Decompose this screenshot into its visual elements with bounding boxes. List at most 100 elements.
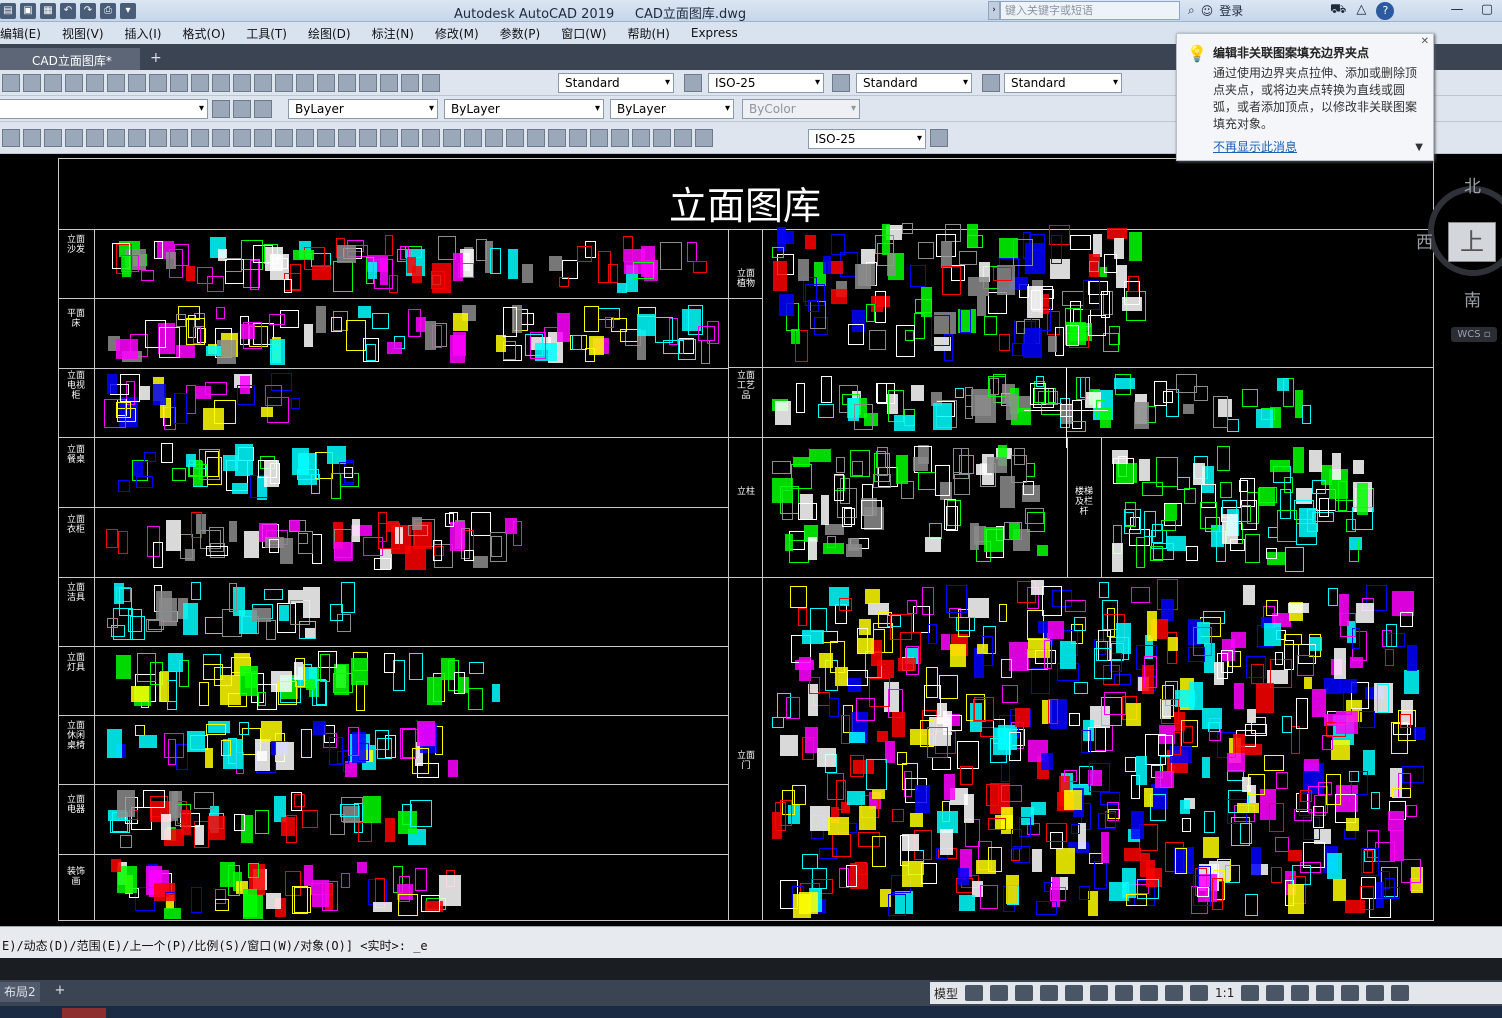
- zoom-realtime-icon[interactable]: [212, 74, 230, 92]
- login-link[interactable]: 登录: [1219, 2, 1243, 19]
- zoom-window-icon[interactable]: [233, 74, 251, 92]
- osnap-center-icon[interactable]: [86, 129, 104, 147]
- open-icon[interactable]: ▤: [0, 3, 16, 19]
- menu-parametric[interactable]: 参数(P): [500, 25, 541, 42]
- menu-help[interactable]: 帮助(H): [627, 25, 669, 42]
- binoculars-icon[interactable]: ⌕: [1188, 3, 1195, 18]
- osnap-midpoint-icon[interactable]: [44, 129, 62, 147]
- dim-baseline-icon[interactable]: [485, 129, 503, 147]
- zoom-previous-icon[interactable]: [254, 74, 272, 92]
- clean-screen-icon[interactable]: [1366, 985, 1385, 1001]
- restore-icon[interactable]: ▢: [1472, 0, 1502, 20]
- copy-icon[interactable]: [86, 74, 104, 92]
- customize-dropdown-icon[interactable]: ▾: [120, 3, 136, 19]
- text-style-select[interactable]: Standard: [558, 73, 674, 93]
- menu-window[interactable]: 窗口(W): [561, 25, 606, 42]
- open-file-icon[interactable]: [23, 74, 41, 92]
- undo-icon[interactable]: ↶: [60, 3, 76, 19]
- menu-dimension[interactable]: 标注(N): [372, 25, 414, 42]
- osnap-nearest-icon[interactable]: [233, 129, 251, 147]
- workspace-gear-icon[interactable]: [1241, 985, 1260, 1001]
- center-mark-icon[interactable]: [590, 129, 608, 147]
- dim-linear-icon[interactable]: [296, 129, 314, 147]
- units-icon[interactable]: [1291, 985, 1310, 1001]
- cut-icon[interactable]: [65, 74, 83, 92]
- save-file-icon[interactable]: [44, 74, 62, 92]
- dim-jogged-icon[interactable]: [401, 129, 419, 147]
- chevron-down-icon[interactable]: ▼: [1415, 142, 1423, 153]
- taskbar-app-icon[interactable]: [62, 1008, 106, 1018]
- wcs-menu[interactable]: WCS ▫: [1451, 327, 1497, 342]
- osnap-settings-icon[interactable]: [275, 129, 293, 147]
- new-icon[interactable]: [2, 74, 20, 92]
- menu-format[interactable]: 格式(O): [182, 25, 225, 42]
- properties-icon[interactable]: [275, 74, 293, 92]
- osnap-tangent-icon[interactable]: [128, 129, 146, 147]
- markup-icon[interactable]: [359, 74, 377, 92]
- calculator-icon[interactable]: [380, 74, 398, 92]
- undo-tool-icon[interactable]: [149, 74, 167, 92]
- plus-icon[interactable]: [1266, 985, 1285, 1001]
- dim-style-2-icon[interactable]: [930, 129, 948, 147]
- menu-edit[interactable]: 编辑(E): [0, 25, 41, 42]
- layout-tab[interactable]: 布局2: [0, 982, 40, 1002]
- lineweight-select[interactable]: ByLayer: [610, 99, 734, 119]
- menu-tools[interactable]: 工具(T): [246, 25, 287, 42]
- dim-style-select-2[interactable]: ISO-25: [808, 129, 926, 149]
- linetype-select[interactable]: ByLayer: [444, 99, 604, 119]
- polar-icon[interactable]: [1040, 985, 1059, 1001]
- quick-dim-icon[interactable]: [464, 129, 482, 147]
- zoom-extents-icon[interactable]: [2, 129, 20, 147]
- dim-space-icon[interactable]: [527, 129, 545, 147]
- osnap-icon[interactable]: [1115, 985, 1134, 1001]
- search-input[interactable]: 键入关键字或短语: [1000, 1, 1180, 20]
- osnap-insert-icon[interactable]: [191, 129, 209, 147]
- dim-style-icon[interactable]: [684, 74, 702, 92]
- tolerance-icon[interactable]: [569, 129, 587, 147]
- make-current-icon[interactable]: [254, 100, 272, 118]
- menu-insert[interactable]: 插入(I): [125, 25, 162, 42]
- model-space-button[interactable]: 模型: [934, 985, 958, 1002]
- mleader-style-select[interactable]: Standard: [1004, 73, 1122, 93]
- table-style-select[interactable]: Standard: [856, 73, 972, 93]
- osnap-quadrant-icon[interactable]: [107, 129, 125, 147]
- annotation-scale[interactable]: 1:1: [1215, 986, 1234, 1000]
- help-icon[interactable]: ?: [1376, 2, 1395, 20]
- command-line[interactable]: E)/动态(D)/范围(E)/上一个(P)/比例(S)/窗口(W)/对象(O)]…: [0, 926, 1502, 958]
- menu-view[interactable]: 视图(V): [62, 25, 104, 42]
- quick-properties-icon[interactable]: [1316, 985, 1335, 1001]
- ortho-icon[interactable]: [1015, 985, 1034, 1001]
- paste-icon[interactable]: [107, 74, 125, 92]
- help-tool-icon[interactable]: [401, 74, 419, 92]
- design-center-icon[interactable]: [296, 74, 314, 92]
- command-input[interactable]: [0, 958, 1502, 980]
- customization-icon[interactable]: [1391, 985, 1410, 1001]
- osnap-intersection-icon[interactable]: [65, 129, 83, 147]
- viewcube-north[interactable]: 北: [1464, 172, 1481, 197]
- tool-palettes-icon[interactable]: [317, 74, 335, 92]
- osnap-perpendicular-icon[interactable]: [149, 129, 167, 147]
- minimize-icon[interactable]: —: [1442, 0, 1472, 20]
- menu-modify[interactable]: 修改(M): [435, 25, 479, 42]
- a360-icon[interactable]: △: [1356, 2, 1366, 20]
- dim-continue-icon[interactable]: [506, 129, 524, 147]
- color-select[interactable]: ByLayer: [288, 99, 438, 119]
- dim-update-icon[interactable]: [695, 129, 713, 147]
- redo-tool-icon[interactable]: [170, 74, 188, 92]
- pan-icon[interactable]: [191, 74, 209, 92]
- layer-select[interactable]: [0, 99, 208, 119]
- autoscale-icon[interactable]: [1190, 985, 1209, 1001]
- snap-icon[interactable]: [990, 985, 1009, 1001]
- cart-icon[interactable]: ⛟: [1330, 2, 1346, 20]
- dont-show-again-link[interactable]: 不再显示此消息: [1213, 138, 1297, 155]
- viewcube-west[interactable]: 西: [1416, 228, 1433, 253]
- isolate-icon[interactable]: [1341, 985, 1360, 1001]
- menu-express[interactable]: Express: [691, 26, 738, 40]
- menu-draw[interactable]: 绘图(D): [308, 25, 351, 42]
- dim-aligned-icon[interactable]: [317, 129, 335, 147]
- mleader-style-icon[interactable]: [982, 74, 1000, 92]
- redo-icon[interactable]: ↷: [80, 3, 96, 19]
- add-layout-icon[interactable]: +: [52, 983, 68, 999]
- dim-edit-icon[interactable]: [653, 129, 671, 147]
- lineweight-icon[interactable]: [1140, 985, 1159, 1001]
